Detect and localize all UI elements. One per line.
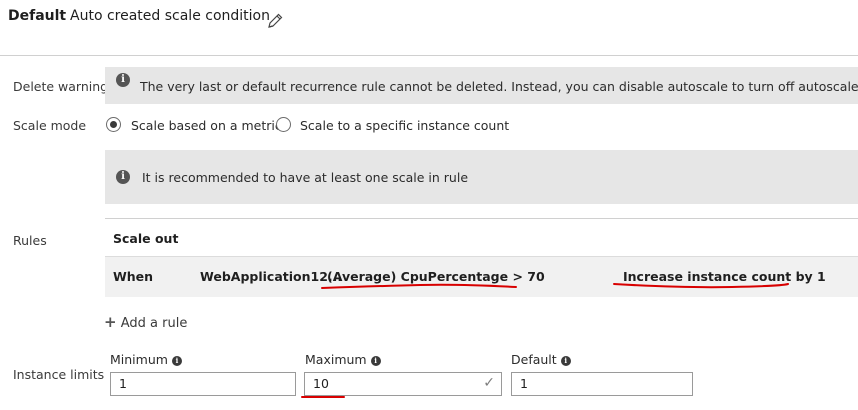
maximum-label: Maximum i — [305, 352, 381, 367]
rules-label: Rules — [13, 233, 47, 248]
info-icon: i — [370, 356, 381, 366]
profile-label: Default — [8, 8, 67, 24]
recommend-banner: i It is recommended to have at least one… — [105, 150, 858, 204]
profile-name: Auto created scale condition — [70, 8, 270, 24]
minimum-label: Minimum i — [110, 352, 182, 367]
info-icon: i — [560, 356, 571, 366]
radio-scale-metric[interactable] — [106, 117, 121, 132]
default-input[interactable]: 1 — [511, 372, 693, 396]
annotation-underline-maximum — [301, 396, 345, 398]
radio-scale-metric-label[interactable]: Scale based on a metric — [131, 118, 282, 133]
info-icon: i — [171, 356, 182, 366]
delete-warning-label: Delete warning — [13, 79, 109, 94]
annotation-underline-condition — [321, 283, 517, 289]
add-rule-label: Add a rule — [120, 316, 188, 331]
info-icon: i — [116, 170, 130, 184]
delete-warning-message: The very last or default recurrence rule… — [140, 79, 858, 94]
recommend-message: It is recommended to have at least one s… — [142, 170, 469, 185]
add-rule-link[interactable]: + Add a rule — [104, 313, 187, 331]
info-icon: i — [116, 73, 130, 87]
pencil-edit-icon[interactable] — [266, 12, 284, 30]
instance-limits-label: Instance limits — [13, 367, 105, 382]
header-divider — [0, 55, 858, 56]
scale-mode-label: Scale mode — [13, 118, 87, 133]
default-label: Default i — [511, 352, 571, 367]
delete-warning-banner: i The very last or default recurrence ru… — [105, 67, 858, 104]
plus-icon: + — [104, 313, 117, 331]
radio-scale-instance-count[interactable] — [276, 117, 291, 132]
annotation-underline-action — [613, 283, 789, 289]
minimum-input[interactable]: 1 — [110, 372, 296, 396]
scale-out-heading: Scale out — [113, 231, 179, 246]
rule-when: When — [113, 269, 154, 284]
maximum-value: 10 — [313, 376, 329, 391]
checkmark-icon: ✓ — [483, 375, 495, 391]
radio-scale-instance-count-label[interactable]: Scale to a specific instance count — [300, 118, 509, 133]
